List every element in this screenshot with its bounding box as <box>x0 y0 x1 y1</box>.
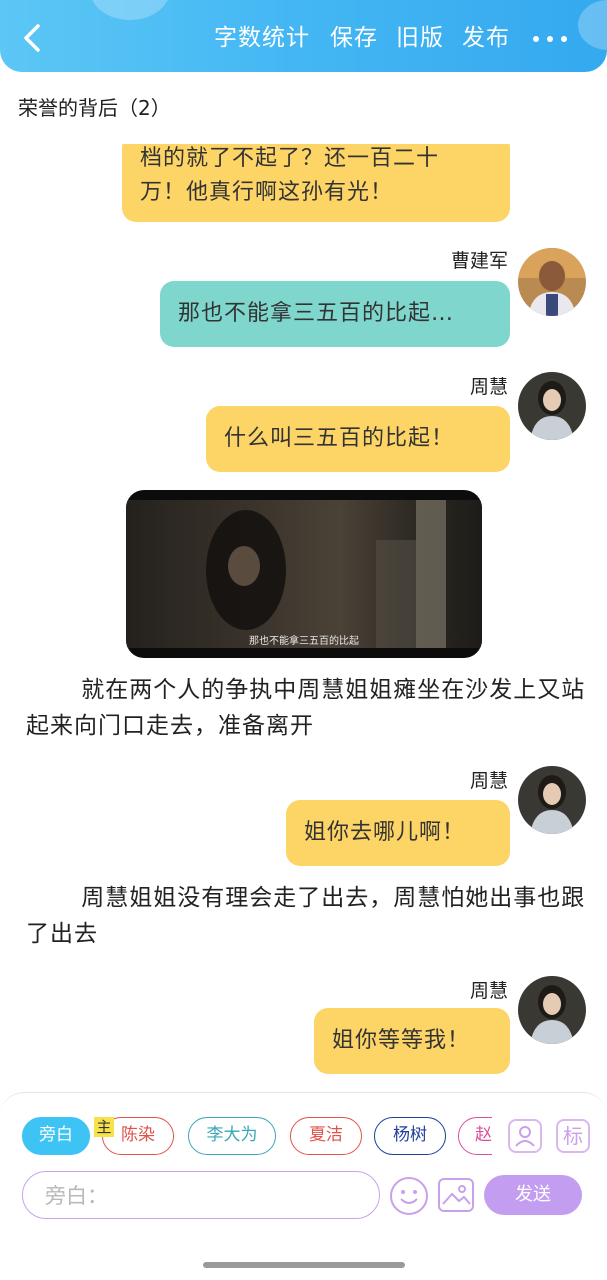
speaker-name: 周慧 <box>469 376 508 398</box>
chat-bubble[interactable]: 姐你去哪儿啊！ <box>286 800 510 866</box>
role-chip-yang-shu[interactable]: 杨树 <box>374 1117 446 1155</box>
old-version-button[interactable]: 旧版 <box>396 22 444 54</box>
bubble-text-line: 档的就了不起了？还一百二十 <box>140 146 440 171</box>
role-chip-li-dawei[interactable]: 李大为 <box>188 1117 276 1155</box>
role-chip-zhao[interactable]: 赵 <box>458 1117 492 1155</box>
save-button[interactable]: 保存 <box>330 22 378 54</box>
avatar[interactable] <box>518 248 586 316</box>
publish-button[interactable]: 发布 <box>462 22 510 54</box>
host-badge: 主 <box>94 1117 114 1137</box>
tag-icon[interactable]: 标 <box>556 1119 590 1153</box>
video-subtitle: 那也不能拿三五百的比起 <box>249 636 359 647</box>
page-title: 荣誉的背后（2） <box>18 96 171 120</box>
role-chip-narration[interactable]: 旁白 <box>22 1117 90 1155</box>
avatar[interactable] <box>518 766 586 834</box>
narration-text[interactable]: 周慧姐姐没有理会走了出去，周慧怕她出事也跟了出去 <box>26 880 586 952</box>
avatar[interactable] <box>518 976 586 1044</box>
word-count-button[interactable]: 字数统计 <box>214 22 310 54</box>
bubble-text-line: 万！他真行啊这孙有光！ <box>140 180 394 205</box>
video-thumbnail <box>126 500 482 648</box>
add-role-icon[interactable] <box>508 1119 542 1153</box>
avatar[interactable] <box>518 372 586 440</box>
send-button[interactable]: 发送 <box>484 1175 582 1215</box>
chat-bubble[interactable]: 那也不能拿三五百的比起… <box>160 281 510 347</box>
home-indicator[interactable] <box>203 1262 405 1268</box>
more-icon[interactable] <box>533 36 573 44</box>
chat-area[interactable]: 档的就了不起了？还一百二十 万！他真行啊这孙有光！ 曹建军 那也不能拿三五百的比… <box>0 144 607 1088</box>
chat-bubble[interactable]: 什么叫三五百的比起！ <box>206 406 510 472</box>
speaker-name: 曹建军 <box>450 250 508 272</box>
image-icon[interactable] <box>438 1178 474 1212</box>
emoji-icon[interactable] <box>390 1177 428 1215</box>
decor-bubble <box>90 0 170 20</box>
message-input[interactable] <box>45 1181 355 1211</box>
chat-bubble[interactable]: 档的就了不起了？还一百二十 万！他真行啊这孙有光！ <box>122 144 510 222</box>
decor-bubble <box>578 0 607 50</box>
video-frame[interactable]: 那也不能拿三五百的比起 <box>126 490 482 658</box>
top-nav-bar: 字数统计 保存 旧版 发布 <box>0 0 607 72</box>
chat-bubble[interactable]: 姐你等等我！ <box>314 1008 510 1074</box>
composer-panel: 旁白 陈染 主 李大为 夏洁 杨树 赵 标 发送 <box>0 1092 607 1252</box>
back-icon[interactable] <box>14 20 50 56</box>
narration-text[interactable]: 就在两个人的争执中周慧姐姐瘫坐在沙发上又站起来向门口走去，准备离开 <box>26 672 586 744</box>
speaker-name: 周慧 <box>469 770 508 792</box>
message-input-box[interactable] <box>22 1171 380 1219</box>
role-chip-clip: 赵 <box>458 1115 492 1159</box>
speaker-name: 周慧 <box>469 980 508 1002</box>
role-chip-xia-jie[interactable]: 夏洁 <box>290 1117 362 1155</box>
